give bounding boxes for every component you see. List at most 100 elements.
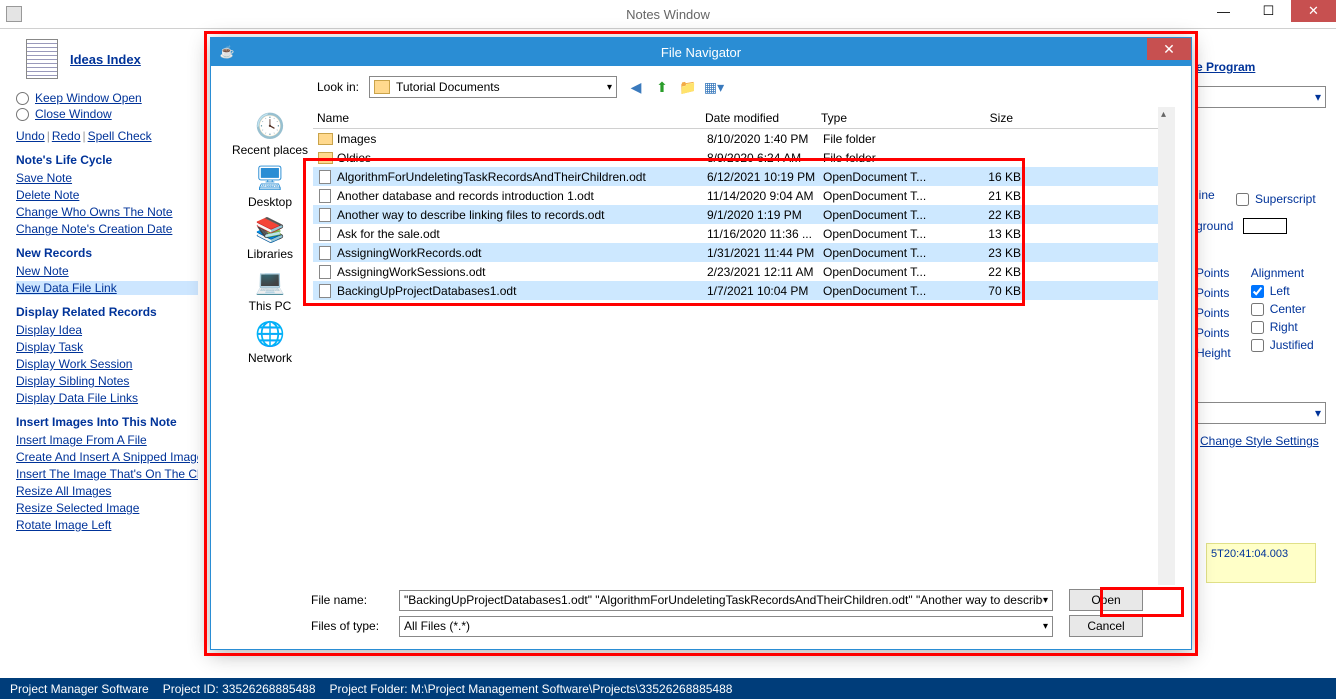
- dialog-title: File Navigator: [661, 45, 741, 60]
- edit-actions: Undo|Redo|Spell Check: [16, 129, 198, 143]
- align-justified[interactable]: Justified: [1251, 338, 1314, 352]
- look-in-dropdown[interactable]: Tutorial Documents ▾: [369, 76, 617, 98]
- display-data-file-links-link[interactable]: Display Data File Links: [16, 391, 198, 405]
- new-data-file-link[interactable]: New Data File Link: [16, 281, 198, 295]
- view-menu-icon[interactable]: ▦▾: [705, 78, 723, 96]
- file-name-input[interactable]: "BackingUpProjectDatabases1.odt" "Algori…: [399, 590, 1053, 611]
- rotate-left-link[interactable]: Rotate Image Left: [16, 518, 198, 532]
- col-type[interactable]: Type: [821, 111, 937, 125]
- note-timestamp-box: 5T20:41:04.003: [1206, 543, 1316, 583]
- close-button[interactable]: ✕: [1291, 0, 1336, 22]
- display-task-link[interactable]: Display Task: [16, 340, 198, 354]
- change-date-link[interactable]: Change Note's Creation Date: [16, 222, 198, 236]
- new-folder-icon[interactable]: 📁: [679, 78, 697, 96]
- sidebar: Ideas Index Keep Window Open Close Windo…: [0, 29, 198, 678]
- window-title: Notes Window: [626, 7, 710, 22]
- format-dropdown-1[interactable]: ▾: [1196, 86, 1326, 108]
- look-in-label: Look in:: [307, 80, 359, 94]
- col-name[interactable]: Name: [317, 111, 705, 125]
- insert-image-file-link[interactable]: Insert Image From A File: [16, 433, 198, 447]
- java-icon: ☕: [219, 44, 235, 60]
- place-thispc[interactable]: 💻This PC: [230, 267, 310, 313]
- alignment-header: Alignment: [1251, 266, 1314, 280]
- file-row[interactable]: AlgorithmForUndeletingTaskRecordsAndThei…: [313, 167, 1175, 186]
- cancel-button[interactable]: Cancel: [1069, 615, 1143, 637]
- app-icon: [6, 6, 22, 22]
- redo-link[interactable]: Redo: [52, 129, 81, 143]
- place-desktop[interactable]: 🖥Desktop: [230, 163, 310, 209]
- places-bar: 🕓Recent places 🖥Desktop 📚Libraries 💻This…: [227, 107, 313, 585]
- place-network[interactable]: 🌐Network: [230, 319, 310, 365]
- file-row[interactable]: AssigningWorkSessions.odt2/23/2021 12:11…: [313, 262, 1175, 281]
- files-type-dropdown[interactable]: All Files (*.*)▾: [399, 616, 1053, 637]
- format-dropdown-2[interactable]: ▾: [1196, 402, 1326, 424]
- back-icon[interactable]: ◀: [627, 78, 645, 96]
- undo-link[interactable]: Undo: [16, 129, 45, 143]
- program-label[interactable]: e Program: [1196, 60, 1326, 74]
- spellcheck-link[interactable]: Spell Check: [88, 129, 152, 143]
- file-row[interactable]: BackingUpProjectDatabases1.odt1/7/2021 1…: [313, 281, 1175, 300]
- line-label: line: [1196, 188, 1215, 202]
- open-button[interactable]: Open: [1069, 589, 1143, 611]
- superscript-check[interactable]: Superscript: [1236, 192, 1316, 206]
- display-idea-link[interactable]: Display Idea: [16, 323, 198, 337]
- change-style-link[interactable]: Change Style Settings: [1200, 434, 1319, 448]
- column-headers[interactable]: Name Date modified Type Size: [313, 107, 1175, 129]
- life-cycle-header: Note's Life Cycle: [16, 153, 198, 167]
- col-date[interactable]: Date modified: [705, 111, 821, 125]
- place-recent[interactable]: 🕓Recent places: [230, 111, 310, 157]
- window-controls: — ☐ ✕: [1201, 0, 1336, 22]
- place-libraries[interactable]: 📚Libraries: [230, 215, 310, 261]
- save-note-link[interactable]: Save Note: [16, 171, 198, 185]
- display-work-session-link[interactable]: Display Work Session: [16, 357, 198, 371]
- col-size[interactable]: Size: [937, 111, 1027, 125]
- new-records-header: New Records: [16, 246, 198, 260]
- file-name-label: File name:: [311, 593, 383, 607]
- insert-header: Insert Images Into This Note: [16, 415, 198, 429]
- new-note-link[interactable]: New Note: [16, 264, 198, 278]
- align-left[interactable]: Left: [1251, 284, 1314, 298]
- minimize-button[interactable]: —: [1201, 0, 1246, 22]
- align-right[interactable]: Right: [1251, 320, 1314, 334]
- file-list-area: Name Date modified Type Size Images8/10/…: [313, 107, 1175, 585]
- file-row[interactable]: AssigningWorkRecords.odt1/31/2021 11:44 …: [313, 243, 1175, 262]
- points-label-1: Points: [1196, 266, 1231, 280]
- keep-window-open-radio[interactable]: Keep Window Open: [16, 91, 198, 105]
- height-label: Height: [1196, 346, 1231, 360]
- status-project-id: Project ID: 33526268885488: [163, 682, 316, 696]
- change-owner-link[interactable]: Change Who Owns The Note: [16, 205, 198, 219]
- up-icon[interactable]: ⬆: [653, 78, 671, 96]
- file-navigator-dialog: ☕ File Navigator ✕ Look in: Tutorial Doc…: [210, 37, 1192, 650]
- scrollbar[interactable]: [1158, 107, 1175, 585]
- display-sibling-notes-link[interactable]: Display Sibling Notes: [16, 374, 198, 388]
- dialog-close-button[interactable]: ✕: [1147, 38, 1191, 60]
- dialog-titlebar: ☕ File Navigator ✕: [211, 38, 1191, 66]
- file-row[interactable]: Images8/10/2020 1:40 PMFile folder: [313, 129, 1175, 148]
- create-snipped-link[interactable]: Create And Insert A Snipped Image: [16, 450, 198, 464]
- format-panel: e Program ▾ line Superscript ground Poin…: [1196, 48, 1326, 451]
- points-label-4: Points: [1196, 326, 1231, 340]
- maximize-button[interactable]: ☐: [1246, 0, 1291, 22]
- points-label-3: Points: [1196, 306, 1231, 320]
- points-label-2: Points: [1196, 286, 1231, 300]
- window-titlebar: Notes Window — ☐ ✕: [0, 0, 1336, 29]
- insert-clipboard-link[interactable]: Insert The Image That's On The Clipboard…: [16, 467, 198, 481]
- look-in-value: Tutorial Documents: [396, 80, 500, 94]
- files-type-label: Files of type:: [311, 619, 383, 633]
- delete-note-link[interactable]: Delete Note: [16, 188, 198, 202]
- resize-selected-link[interactable]: Resize Selected Image: [16, 501, 198, 515]
- file-row[interactable]: Oldies8/9/2020 6:24 AMFile folder: [313, 148, 1175, 167]
- file-row[interactable]: Another database and records introductio…: [313, 186, 1175, 205]
- file-row[interactable]: Another way to describe linking files to…: [313, 205, 1175, 224]
- folder-icon: [374, 80, 390, 94]
- close-window-radio[interactable]: Close Window: [16, 107, 198, 121]
- ideas-index-link[interactable]: Ideas Index: [70, 52, 141, 67]
- align-center[interactable]: Center: [1251, 302, 1314, 316]
- status-folder: Project Folder: M:\Project Management So…: [330, 682, 733, 696]
- file-rows[interactable]: Images8/10/2020 1:40 PMFile folderOldies…: [313, 129, 1175, 300]
- resize-all-link[interactable]: Resize All Images: [16, 484, 198, 498]
- file-row[interactable]: Ask for the sale.odt11/16/2020 11:36 ...…: [313, 224, 1175, 243]
- ideas-icon: [26, 39, 58, 79]
- color-swatch[interactable]: [1243, 218, 1287, 234]
- ground-label: ground: [1196, 219, 1233, 233]
